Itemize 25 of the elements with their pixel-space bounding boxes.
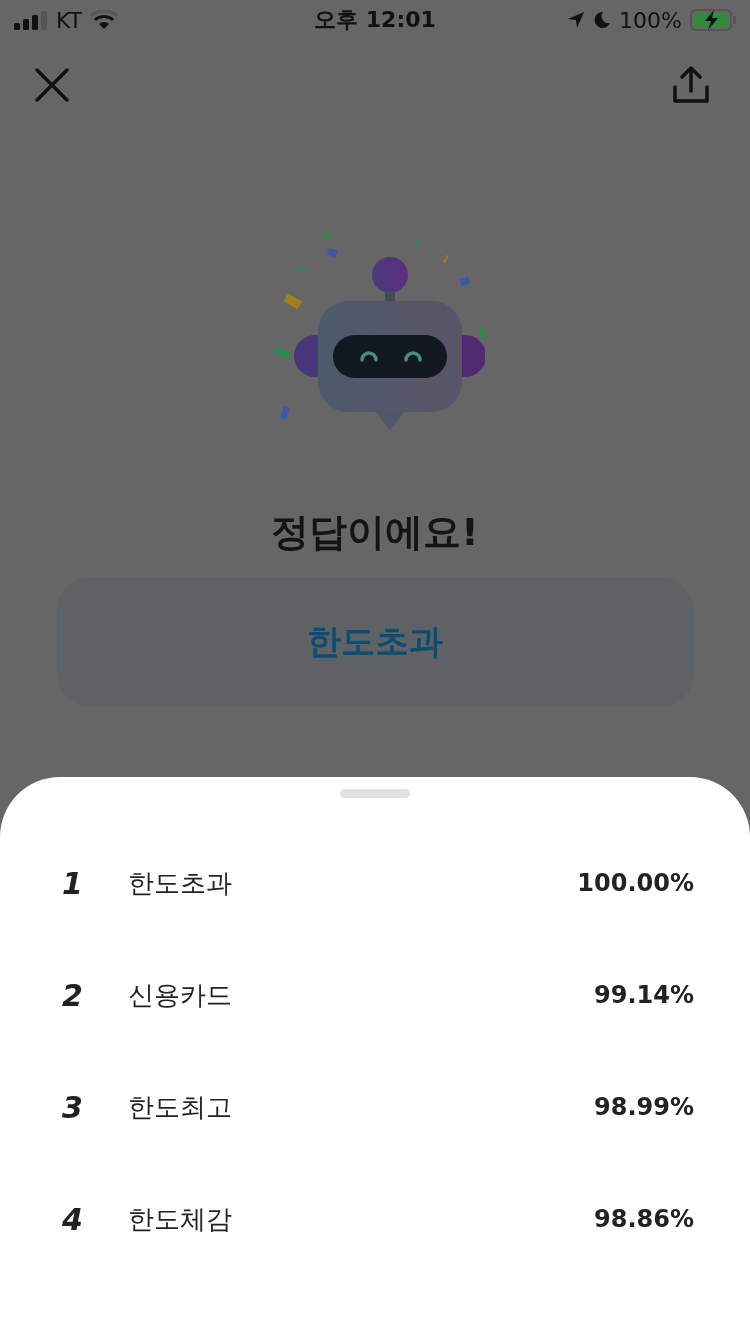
battery-percent: 100%: [619, 7, 682, 33]
similarity-score: 99.14%: [594, 981, 694, 1009]
rank-number: 4: [62, 1201, 84, 1237]
result-word: 한도체감: [128, 1202, 233, 1236]
rank-number: 2: [62, 977, 84, 1013]
clock-time: 오후 12:01: [314, 6, 436, 34]
result-title: 정답이에요!: [271, 509, 479, 556]
result-word: 한도초과: [128, 866, 233, 900]
rank-number: 1: [62, 865, 84, 901]
location-arrow-icon: [567, 11, 586, 29]
signal-icon: [14, 10, 48, 30]
share-icon[interactable]: [672, 66, 710, 104]
close-icon[interactable]: [34, 67, 70, 103]
result-word: 신용카드: [128, 978, 233, 1012]
similarity-score: 98.99%: [594, 1093, 694, 1121]
result-word: 한도최고: [128, 1090, 233, 1124]
wifi-icon: [90, 10, 119, 30]
rank-number: 3: [62, 1089, 84, 1125]
similarity-score: 98.86%: [594, 1205, 694, 1233]
similarity-score: 100.00%: [577, 869, 694, 897]
moon-icon: [593, 11, 612, 29]
answer-card: 한도초과: [56, 577, 694, 707]
sheet-handle[interactable]: [340, 789, 410, 798]
battery-charging-icon: [690, 9, 736, 31]
carrier-name: KT: [56, 7, 83, 33]
